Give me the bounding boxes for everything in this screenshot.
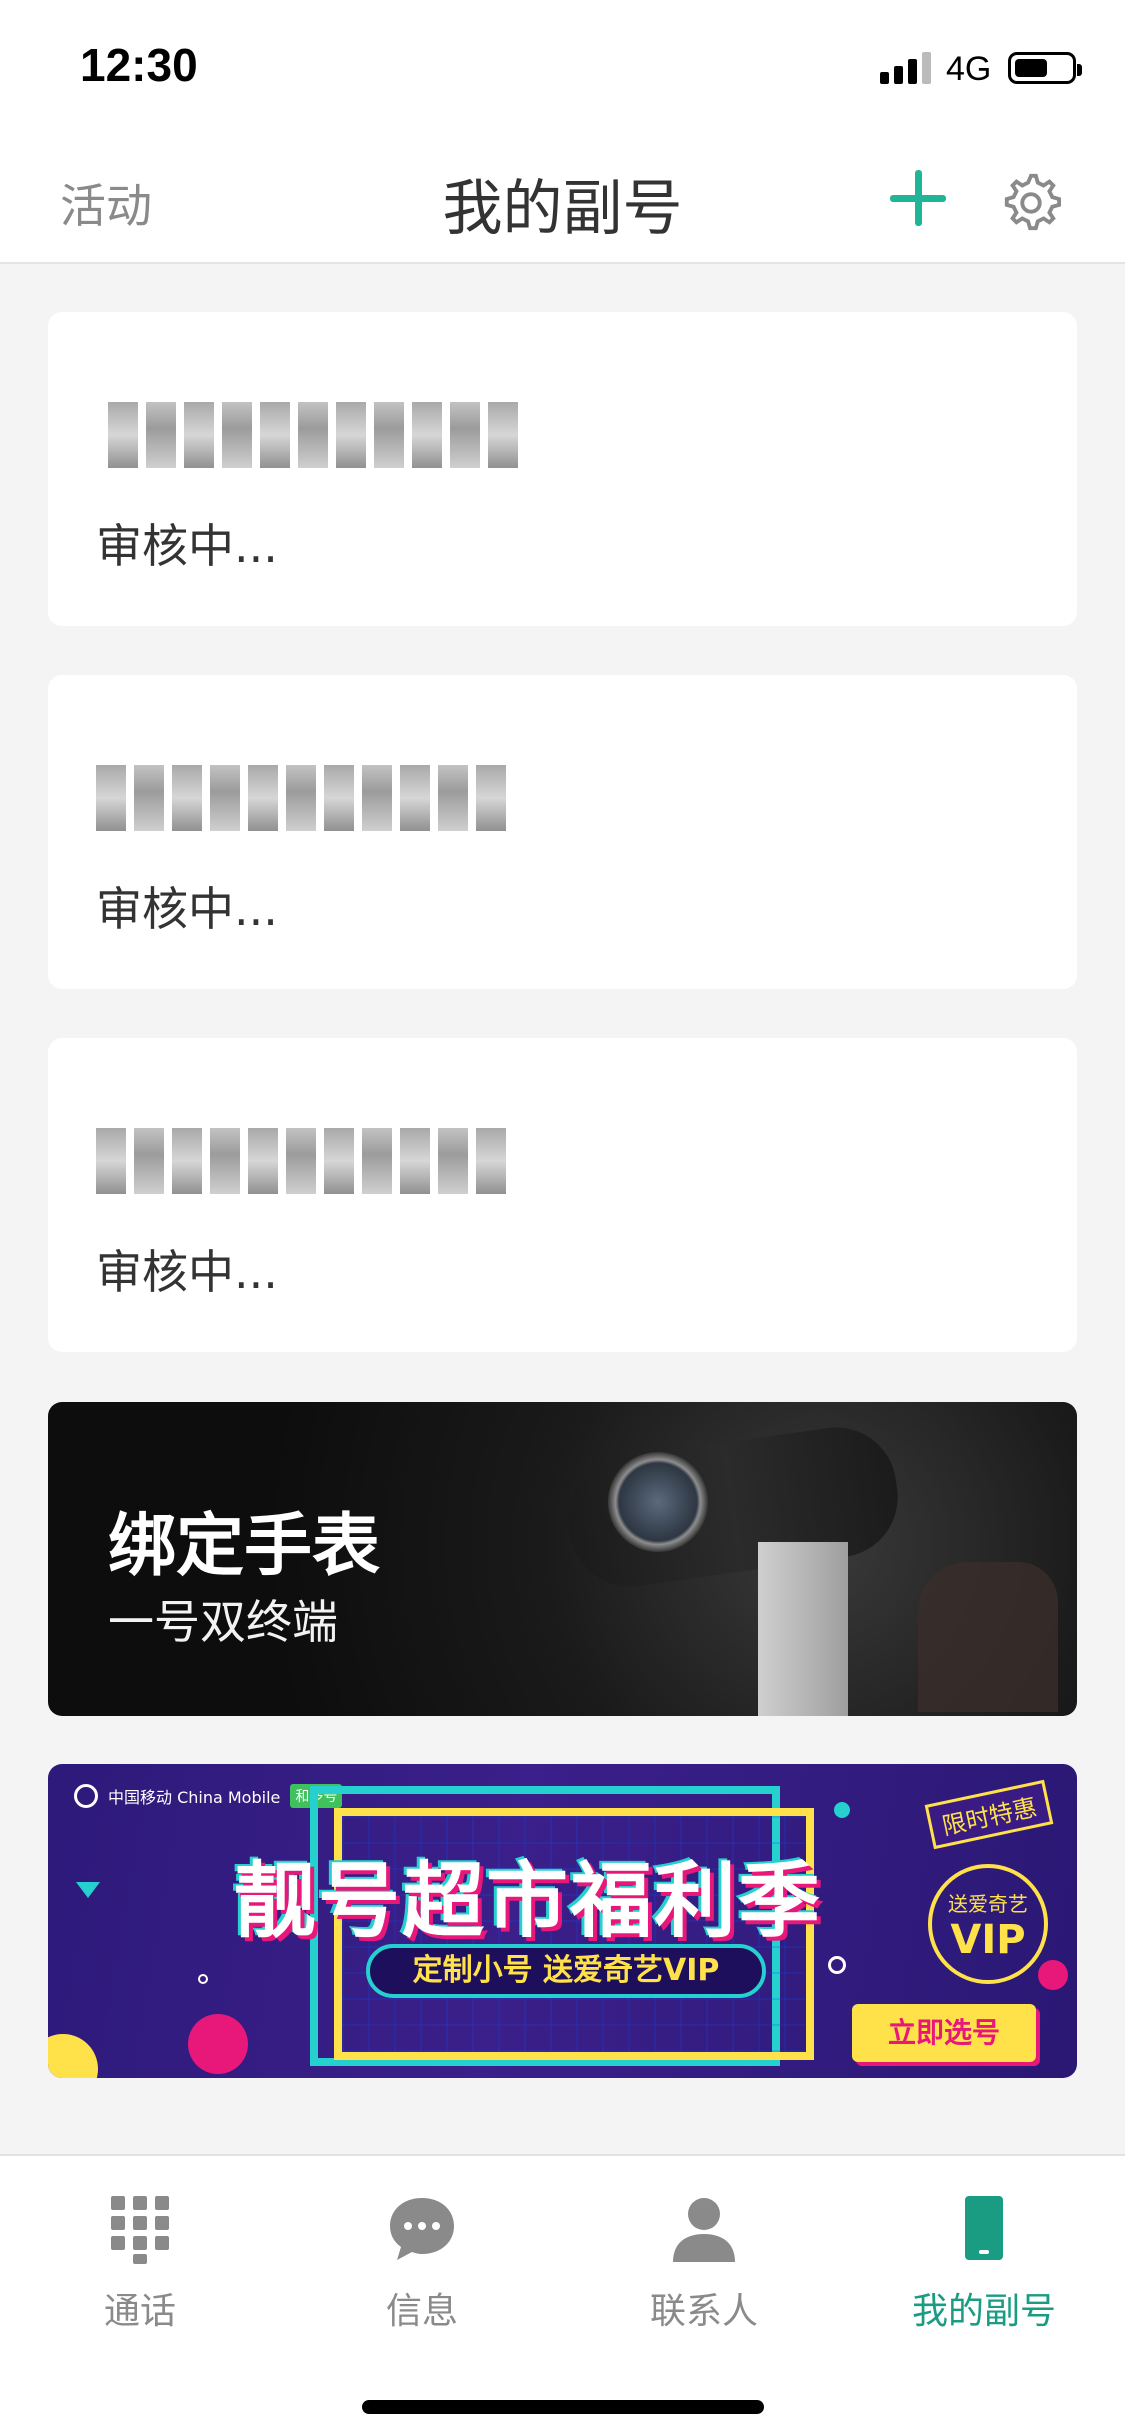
number-card[interactable]: 审核中... bbox=[48, 312, 1077, 626]
vip-line2: VIP bbox=[950, 1917, 1026, 1963]
promo-pill: 定制小号 送爱奇艺VIP bbox=[366, 1944, 766, 1998]
status-bar: 12:30 4G bbox=[0, 0, 1125, 140]
tab-label: 通话 bbox=[103, 2291, 176, 2332]
network-label: 4G bbox=[946, 50, 992, 88]
blurred-number bbox=[96, 765, 506, 831]
circle-deco-icon bbox=[1038, 1960, 1068, 1990]
watch-banner[interactable]: 绑定手表 一号双终端 bbox=[48, 1402, 1077, 1716]
card-status: 审核中... bbox=[96, 882, 278, 936]
card-status: 审核中... bbox=[96, 1245, 278, 1299]
promo-title: 靓号超市福利季 bbox=[234, 1854, 823, 1949]
number-card[interactable]: 审核中... bbox=[48, 675, 1077, 989]
watch-photo-hand bbox=[918, 1562, 1058, 1712]
number-card[interactable]: 审核中... bbox=[48, 1038, 1077, 1352]
signal-icon bbox=[880, 52, 934, 84]
limited-time-tag: 限时特惠 bbox=[924, 1779, 1054, 1850]
circle-deco-icon bbox=[48, 2034, 98, 2078]
blurred-number bbox=[96, 1128, 506, 1194]
promo-banner[interactable]: 中国移动 China Mobile 和多号 靓号超市福利季 定制小号 送爱奇艺V… bbox=[48, 1764, 1077, 2078]
dialpad-icon bbox=[111, 2196, 169, 2264]
circle-deco-icon bbox=[198, 1974, 208, 1984]
triangle-deco-icon bbox=[76, 1882, 100, 1898]
tab-my-numbers[interactable]: 我的副号 bbox=[884, 2194, 1084, 2334]
tab-calls[interactable]: 通话 bbox=[40, 2194, 240, 2334]
gear-icon[interactable] bbox=[1000, 170, 1062, 232]
watch-banner-title: 绑定手表 bbox=[108, 1507, 381, 1586]
select-number-button[interactable]: 立即选号 bbox=[852, 2004, 1036, 2062]
vip-line1: 送爱奇艺 bbox=[948, 1892, 1028, 1916]
tab-label: 我的副号 bbox=[911, 2291, 1056, 2332]
brand-logo: 中国移动 China Mobile 和多号 bbox=[74, 1784, 343, 1808]
tab-messages[interactable]: 信息 bbox=[322, 2194, 522, 2334]
page-title: 我的副号 bbox=[442, 174, 683, 244]
circle-deco-icon bbox=[188, 2014, 248, 2074]
circle-deco-icon bbox=[828, 1956, 846, 1974]
battery-icon bbox=[1008, 52, 1082, 84]
message-icon bbox=[390, 2198, 454, 2260]
nav-header: 活动 我的副号 bbox=[0, 140, 1125, 264]
china-mobile-logo-icon bbox=[74, 1784, 98, 1808]
circle-deco-icon bbox=[834, 1802, 850, 1818]
contact-icon bbox=[673, 2198, 735, 2262]
blurred-number bbox=[108, 402, 518, 468]
plus-icon[interactable] bbox=[890, 170, 946, 226]
status-time: 12:30 bbox=[80, 39, 198, 91]
tab-label: 信息 bbox=[385, 2291, 458, 2332]
watch-banner-subtitle: 一号双终端 bbox=[108, 1595, 338, 1649]
watch-photo-icon bbox=[608, 1452, 708, 1552]
phone-icon bbox=[965, 2196, 1003, 2260]
home-indicator[interactable] bbox=[362, 2400, 764, 2414]
card-status: 审核中... bbox=[96, 519, 278, 573]
watch-photo-shirt bbox=[758, 1542, 848, 1716]
tab-bar: 通话 信息 联系人 我的副号 bbox=[0, 2154, 1125, 2436]
tab-contacts[interactable]: 联系人 bbox=[604, 2194, 804, 2334]
tab-label: 联系人 bbox=[649, 2291, 758, 2332]
brand-name: 中国移动 China Mobile bbox=[108, 1788, 281, 1807]
vip-badge: 送爱奇艺 VIP bbox=[928, 1864, 1048, 1984]
